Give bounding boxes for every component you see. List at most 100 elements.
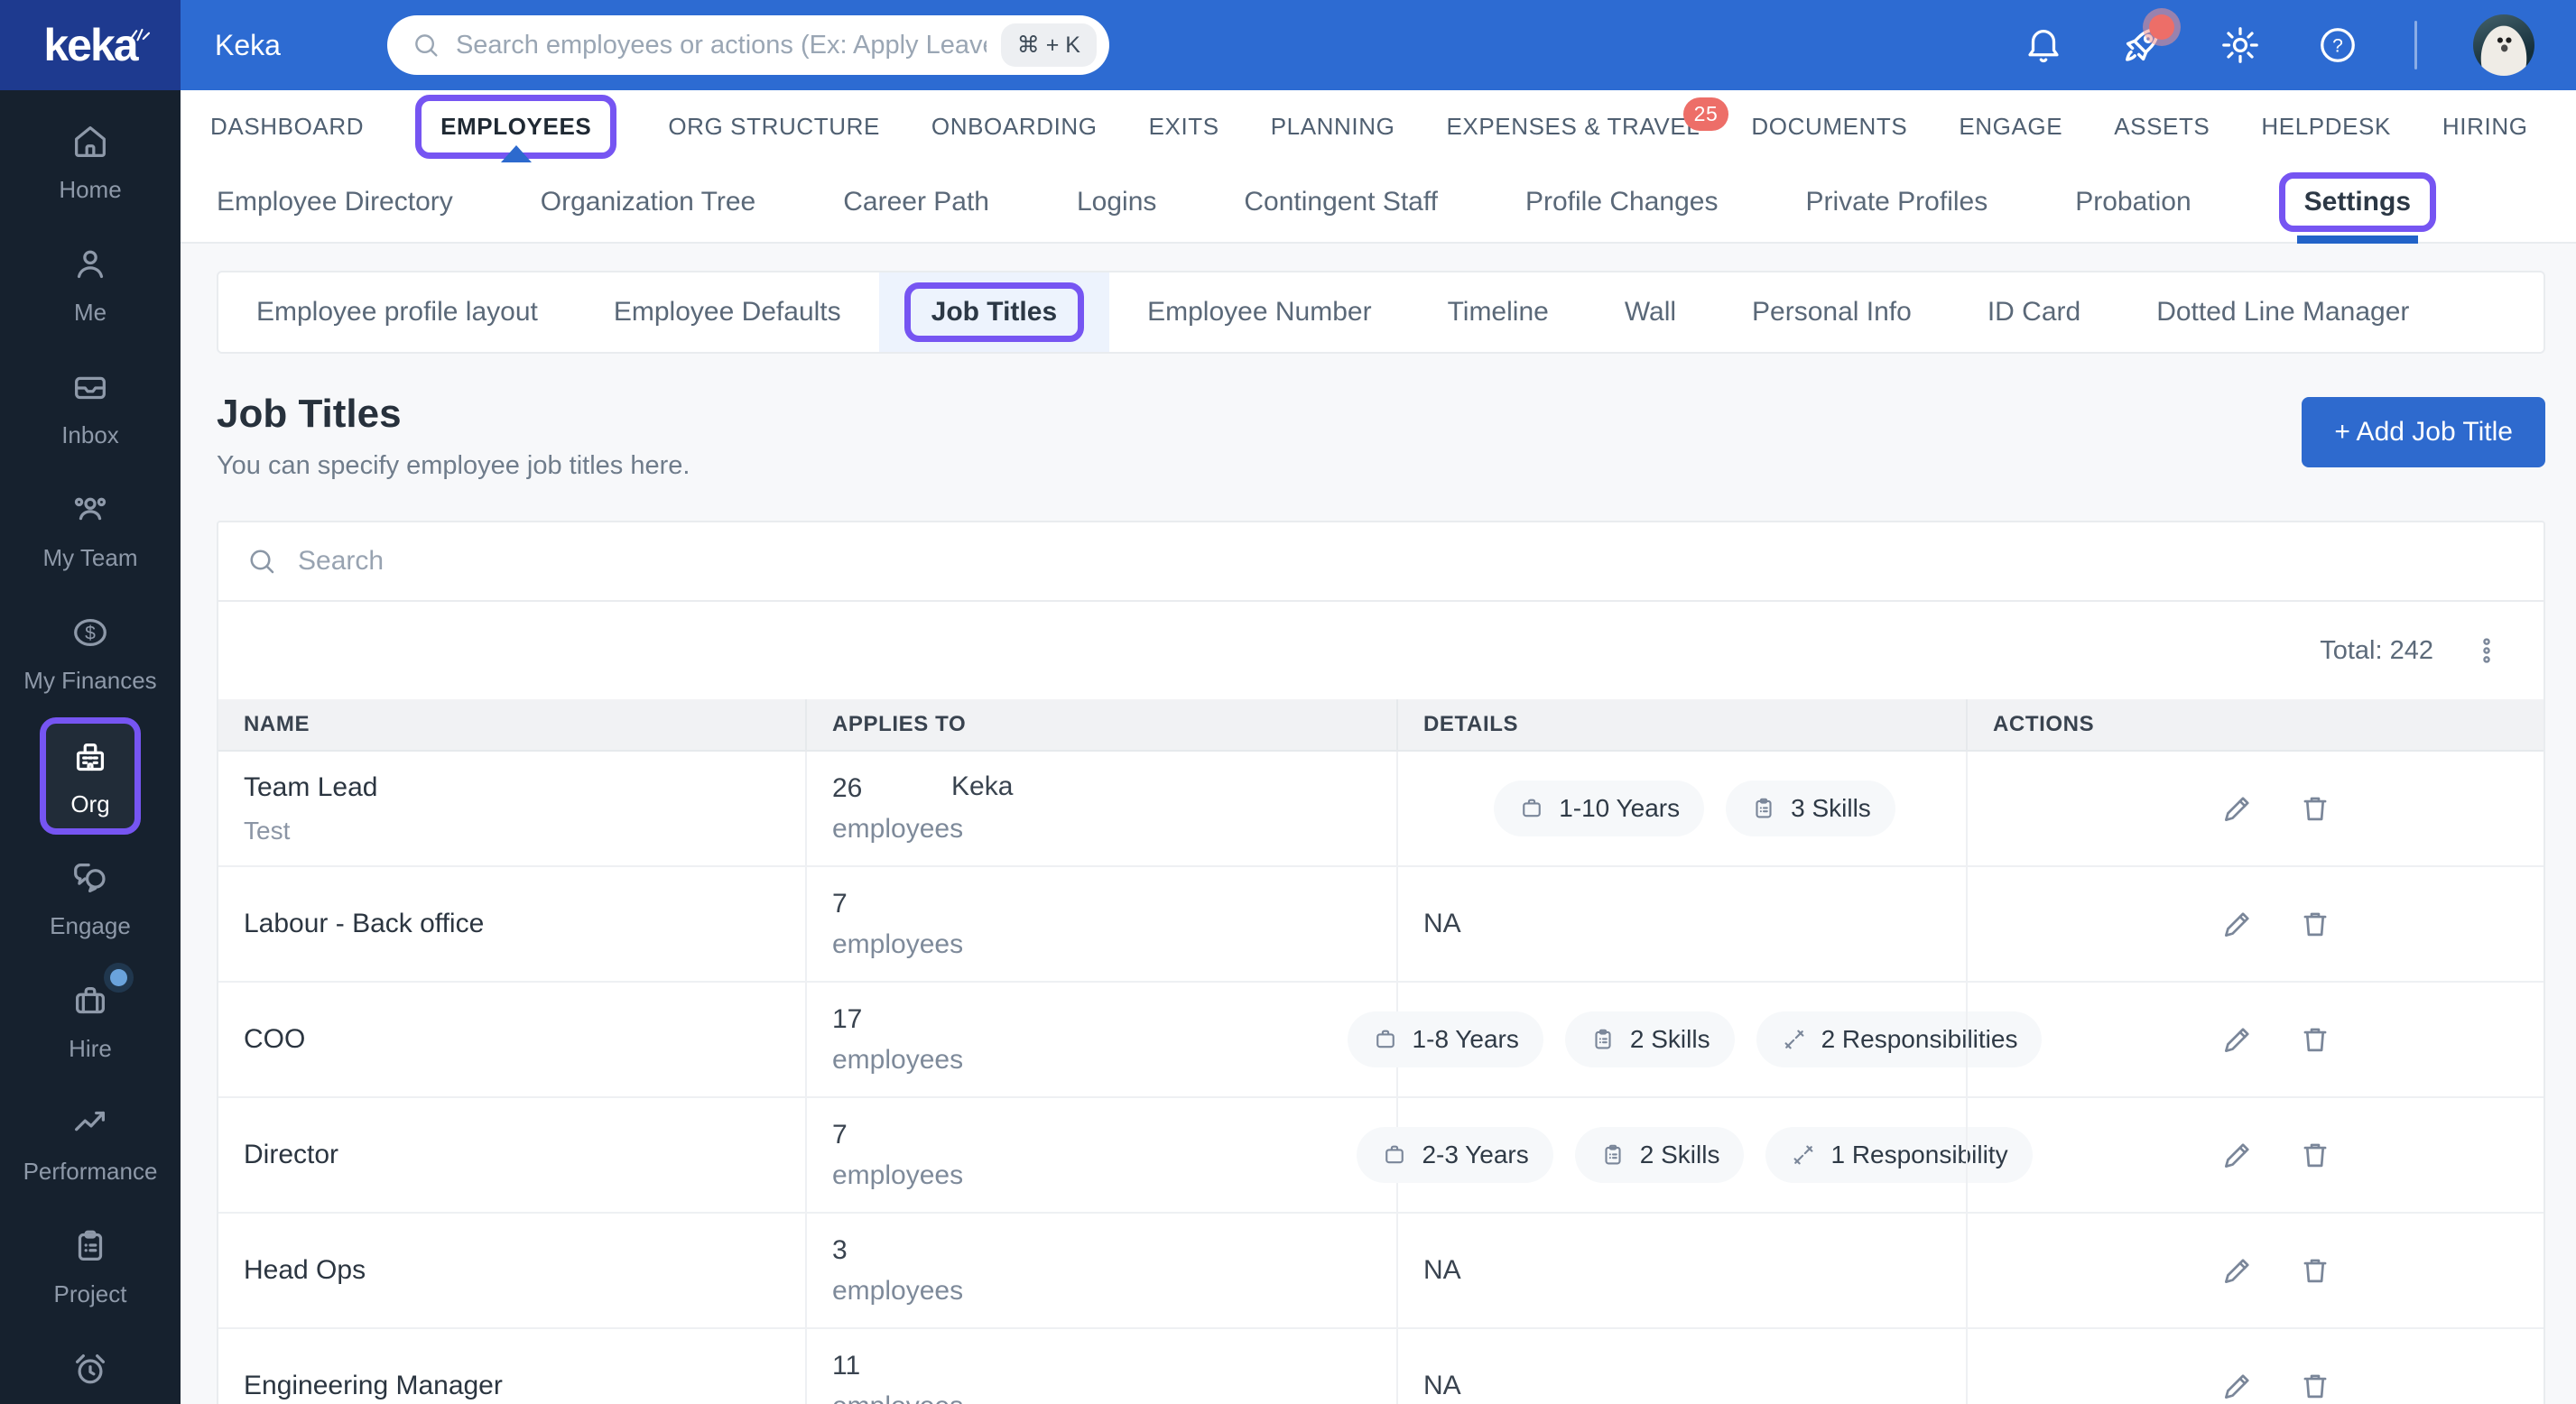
clipboard-icon	[1595, 1029, 1611, 1049]
sub-nav-probation[interactable]: Probation	[2075, 162, 2191, 242]
tools-icon	[1794, 1145, 1813, 1165]
sidebar-item-me[interactable]: Me	[0, 224, 181, 346]
gear-icon	[2222, 27, 2258, 63]
sub-nav-profile-changes[interactable]: Profile Changes	[1525, 162, 1718, 242]
sidebar-item-label: Inbox	[61, 421, 119, 448]
main-nav-label: ASSETS	[2114, 112, 2210, 140]
pill-label: 2 Skills	[1639, 1141, 1720, 1168]
trash-icon	[2303, 1028, 2327, 1052]
sidebar-item-label: My Team	[42, 544, 138, 571]
add-job-title-button[interactable]: + Add Job Title	[2302, 397, 2545, 467]
main-nav-onboarding[interactable]: ONBOARDING	[931, 90, 1098, 162]
skills-pill: 3 Skills	[1726, 781, 1895, 836]
main-nav-employees[interactable]: EMPLOYEES	[415, 90, 617, 162]
page-subtitle: You can specify employee job titles here…	[217, 451, 690, 480]
tab-label: Employee Defaults	[613, 297, 841, 327]
delete-button[interactable]	[2298, 1138, 2332, 1172]
pencil-icon	[2224, 1143, 2249, 1168]
tab-wall[interactable]: Wall	[1587, 272, 1714, 352]
main-nav-planning[interactable]: PLANNING	[1271, 90, 1395, 162]
main-nav-exits[interactable]: EXITS	[1149, 90, 1219, 162]
clipboard-icon	[1605, 1144, 1621, 1165]
sub-nav-settings[interactable]: Settings	[2278, 162, 2437, 244]
global-search[interactable]: ⌘ + K	[386, 15, 1109, 75]
sidebar-item-org[interactable]: Org	[0, 715, 181, 837]
delete-button[interactable]	[2298, 791, 2332, 826]
tab-employee-number[interactable]: Employee Number	[1109, 272, 1409, 352]
delete-button[interactable]	[2298, 1253, 2332, 1288]
notifications-button[interactable]	[2023, 24, 2064, 66]
team-icon	[74, 497, 107, 521]
delete-button[interactable]	[2298, 1369, 2332, 1403]
delete-button[interactable]	[2298, 907, 2332, 941]
tab-dotted-line-manager[interactable]: Dotted Line Manager	[2118, 272, 2447, 352]
job-titles-search[interactable]	[218, 522, 2544, 602]
main-nav-assets[interactable]: ASSETS	[2114, 90, 2210, 162]
main-nav-expenses-travel[interactable]: EXPENSES & TRAVEL 25	[1446, 90, 1729, 162]
employee-count-suffix: employees	[832, 1391, 1396, 1404]
tab-job-titles[interactable]: Job Titles	[878, 272, 1110, 352]
employee-count: 7	[832, 888, 848, 919]
user-avatar[interactable]	[2473, 14, 2534, 76]
keka-logo[interactable]: keka	[0, 0, 181, 90]
main-nav-helpdesk[interactable]: HELPDESK	[2261, 90, 2391, 162]
main-nav-hiring[interactable]: HIRING	[2442, 90, 2528, 162]
edit-button[interactable]	[2220, 1022, 2255, 1057]
pill-label: 2 Skills	[1629, 1025, 1710, 1053]
main-nav-documents[interactable]: DOCUMENTS	[1751, 90, 1907, 162]
main-nav: DASHBOARD EMPLOYEES ORG STRUCTURE ONBOAR…	[181, 90, 2576, 162]
sidebar-item-performance[interactable]: Performance	[0, 1083, 181, 1205]
table-options-button[interactable]	[2471, 635, 2502, 666]
sidebar-item-project[interactable]: Project	[0, 1205, 181, 1328]
tab-employee-defaults[interactable]: Employee Defaults	[576, 272, 879, 352]
whats-new-button[interactable]	[2120, 14, 2174, 67]
tab-employee-profile-layout[interactable]: Employee profile layout	[218, 272, 576, 352]
sub-nav-logins[interactable]: Logins	[1077, 162, 1156, 242]
main-nav-label: DOCUMENTS	[1751, 112, 1908, 140]
settings-button[interactable]	[2219, 24, 2261, 66]
sidebar-item-engage[interactable]: Engage	[0, 837, 181, 960]
delete-button[interactable]	[2298, 1022, 2332, 1057]
edit-button[interactable]	[2220, 791, 2255, 826]
edit-button[interactable]	[2220, 907, 2255, 941]
experience-pill: 2-3 Years	[1357, 1127, 1553, 1183]
logo-spark-icon	[129, 28, 151, 42]
main-nav-engage[interactable]: ENGAGE	[1959, 90, 2062, 162]
column-header-details: DETAILS	[1396, 699, 1966, 750]
tab-id-card[interactable]: ID Card	[1950, 272, 2118, 352]
sub-nav-career-path[interactable]: Career Path	[843, 162, 989, 242]
employee-count: 11	[832, 1350, 861, 1381]
job-title-subtitle: Test	[244, 816, 291, 845]
tab-personal-info[interactable]: Personal Info	[1714, 272, 1950, 352]
main-nav-org-structure[interactable]: ORG STRUCTURE	[668, 90, 880, 162]
sub-nav-private-profiles[interactable]: Private Profiles	[1805, 162, 1988, 242]
job-titles-card: Total: 242 NAME APPLIES TO DETAILS ACTIO…	[217, 521, 2545, 1404]
sidebar-item-hire[interactable]: Hire	[0, 960, 181, 1083]
global-search-input[interactable]	[455, 30, 987, 60]
help-button[interactable]: ?	[2317, 24, 2358, 66]
job-title-name: Head Ops	[244, 1255, 366, 1285]
job-titles-search-input[interactable]	[298, 546, 2516, 577]
keka-logo-text: keka	[43, 20, 138, 70]
app-name: Keka	[215, 28, 281, 61]
tab-timeline[interactable]: Timeline	[1410, 272, 1587, 352]
briefcase-icon	[1523, 799, 1542, 817]
sub-nav-contingent-staff[interactable]: Contingent Staff	[1244, 162, 1438, 242]
edit-button[interactable]	[2220, 1138, 2255, 1172]
sidebar-item-label: Engage	[50, 912, 131, 939]
table-header: NAME APPLIES TO DETAILS ACTIONS	[218, 699, 2544, 752]
sidebar-item-inbox[interactable]: Inbox	[0, 346, 181, 469]
sidebar-item-my-team[interactable]: My Team	[0, 469, 181, 592]
sub-nav-organization-tree[interactable]: Organization Tree	[541, 162, 755, 242]
main-nav-dashboard[interactable]: DASHBOARD	[210, 90, 364, 162]
sidebar-item-my-finances[interactable]: $ My Finances	[0, 592, 181, 715]
edit-button[interactable]	[2220, 1253, 2255, 1288]
sidebar-item-time-attend[interactable]: Time Attend	[0, 1328, 181, 1404]
sidebar-item-label: Home	[59, 176, 122, 203]
main-area: DASHBOARD EMPLOYEES ORG STRUCTURE ONBOAR…	[181, 90, 2576, 1404]
sub-nav-employee-directory[interactable]: Employee Directory	[217, 162, 453, 242]
trash-icon	[2303, 912, 2327, 937]
edit-button[interactable]	[2220, 1369, 2255, 1403]
tab-label: Dotted Line Manager	[2156, 297, 2410, 327]
sidebar-item-home[interactable]: Home	[0, 101, 181, 224]
